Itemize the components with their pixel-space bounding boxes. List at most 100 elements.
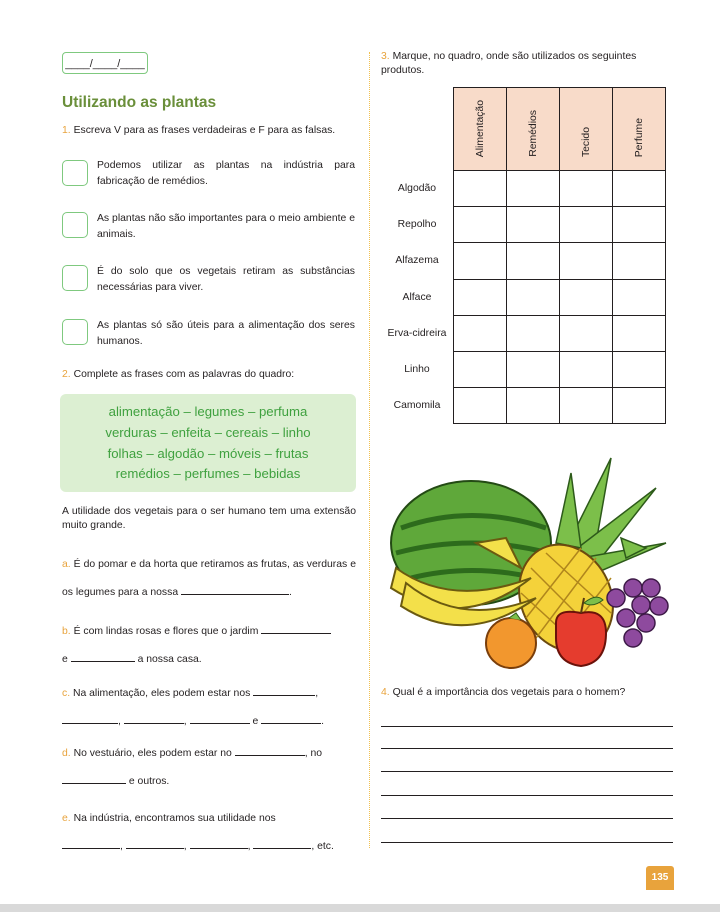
q1-checkbox-1[interactable] (62, 160, 88, 186)
q4-number: 4. (381, 687, 390, 698)
q2-b-blank-1[interactable] (261, 633, 332, 634)
table-cell[interactable] (506, 206, 560, 244)
table-cell[interactable] (506, 314, 560, 352)
table-cell[interactable] (506, 350, 560, 389)
q2-b-blank-2[interactable] (70, 661, 135, 662)
table-cell[interactable] (612, 242, 666, 280)
table-cell[interactable] (453, 169, 507, 208)
usage-table: Alimentação Remédios Tecido Perfume Algo… (381, 87, 666, 425)
table-cell[interactable] (559, 350, 613, 389)
q2-c-blank-3[interactable] (123, 723, 184, 724)
q2-c-blank-4[interactable] (189, 723, 250, 724)
q2-e-sep: , (183, 841, 187, 852)
q2-e-blank-4[interactable] (253, 848, 312, 849)
row-label: Alface (402, 291, 432, 303)
table-cell[interactable] (612, 206, 666, 244)
row-label: Algodão (397, 183, 437, 195)
col-header-label: Perfume (633, 117, 645, 157)
q2-a-letter: a. (62, 559, 71, 570)
row-label: Repolho (397, 219, 437, 231)
word-box-line: alimentação – legumes – perfuma (108, 404, 308, 419)
table-cell[interactable] (453, 387, 507, 425)
table-cell[interactable] (559, 278, 613, 316)
q2-text: Complete as frases com as palavras do qu… (73, 369, 295, 380)
table-cell[interactable] (453, 242, 507, 280)
row-label: Camomila (393, 400, 441, 412)
table-cell[interactable] (453, 278, 507, 316)
q2-c-sep: , (315, 688, 319, 699)
q1-prompt: 1. Escreva V para as frases verdadeiras … (62, 124, 362, 138)
q3-prompt: 3. Marque, no quadro, onde são utilizado… (381, 50, 675, 78)
col-header: Perfume (612, 87, 666, 171)
q3-text: Marque, no quadro, onde são utilizados o… (381, 51, 637, 76)
q2-e-blank-3[interactable] (189, 848, 248, 849)
q2-c-sep: , (118, 716, 121, 727)
q2-e-end: , etc. (311, 841, 334, 852)
table-cell[interactable] (559, 314, 613, 352)
table-cell[interactable] (559, 169, 613, 208)
q1-statement-2: As plantas não são importantes para o me… (97, 213, 355, 240)
q2-item-e: e. Na indústria, encontramos sua utilida… (62, 805, 356, 861)
q1-statement-3: É do solo que os vegetais retiram as sub… (97, 266, 355, 293)
table-cell[interactable] (506, 242, 560, 280)
section-title: Utilizando as plantas (62, 94, 217, 111)
table-row: Repolho (381, 206, 666, 244)
page-number: 135 (646, 866, 674, 890)
q2-d-blank-1[interactable] (234, 755, 305, 756)
q2-e-blank-2[interactable] (125, 848, 184, 849)
q1-statement-1: Podemos utilizar as plantas na indústria… (97, 160, 355, 187)
q2-c-blank-5[interactable] (261, 723, 322, 724)
q4-text: Qual é a importância dos vegetais para o… (392, 687, 626, 698)
answer-line[interactable] (381, 842, 673, 843)
table-row: Algodão (381, 169, 666, 208)
q2-e-sep: , (120, 841, 123, 852)
table-cell[interactable] (506, 278, 560, 316)
table-cell[interactable] (453, 206, 507, 244)
table-cell[interactable] (559, 206, 613, 244)
footer-bar (0, 904, 720, 912)
table-corner (381, 88, 454, 171)
answer-line[interactable] (381, 726, 673, 727)
q2-e-letter: e. (62, 813, 71, 824)
q2-e-blank-1[interactable] (62, 848, 120, 849)
q2-d-blank-2[interactable] (62, 783, 126, 784)
q2-b-text2: a nossa casa. (137, 654, 202, 665)
q2-c-blank-2[interactable] (62, 723, 118, 724)
table-row: Alfazema (381, 242, 666, 280)
table-cell[interactable] (612, 350, 666, 389)
q1-checkbox-3[interactable] (62, 265, 88, 291)
table-cell[interactable] (453, 350, 507, 389)
table-cell[interactable] (612, 387, 666, 425)
answer-line[interactable] (381, 748, 673, 749)
table-cell[interactable] (559, 242, 613, 280)
table-cell[interactable] (612, 314, 666, 352)
table-cell[interactable] (506, 387, 560, 425)
fruit-illustration (389, 457, 669, 669)
q2-prompt: 2. Complete as frases com as palavras do… (62, 368, 362, 382)
row-label: Erva-cidreira (387, 327, 447, 339)
row-label: Alfazema (395, 255, 439, 267)
q1-checkbox-4[interactable] (62, 319, 88, 345)
q2-item-b: b. É com lindas rosas e flores que o jar… (62, 618, 356, 674)
date-field[interactable]: ____/____/____ (62, 52, 148, 74)
q2-c-e: e (252, 716, 259, 727)
answer-line[interactable] (381, 771, 673, 772)
q2-d-letter: d. (62, 748, 71, 759)
table-cell[interactable] (612, 278, 666, 316)
q2-c-blank-1[interactable] (253, 695, 316, 696)
table-cell[interactable] (612, 169, 666, 208)
q2-a-end: . (289, 587, 292, 598)
q1-checkbox-2[interactable] (62, 212, 88, 238)
q2-e-text: Na indústria, encontramos sua utilidade … (73, 813, 276, 824)
q2-b-e: e (62, 654, 68, 665)
word-box-line: verduras – enfeita – cereais – linho (105, 424, 311, 440)
answer-line[interactable] (381, 795, 673, 796)
q2-c-sep: , (183, 716, 187, 727)
table-cell[interactable] (559, 387, 613, 425)
q2-a-blank[interactable] (181, 594, 289, 595)
q1-number: 1. (62, 125, 71, 136)
answer-line[interactable] (381, 818, 673, 819)
col-header-label: Remédios (527, 110, 539, 157)
table-cell[interactable] (506, 169, 560, 208)
table-cell[interactable] (453, 314, 507, 352)
